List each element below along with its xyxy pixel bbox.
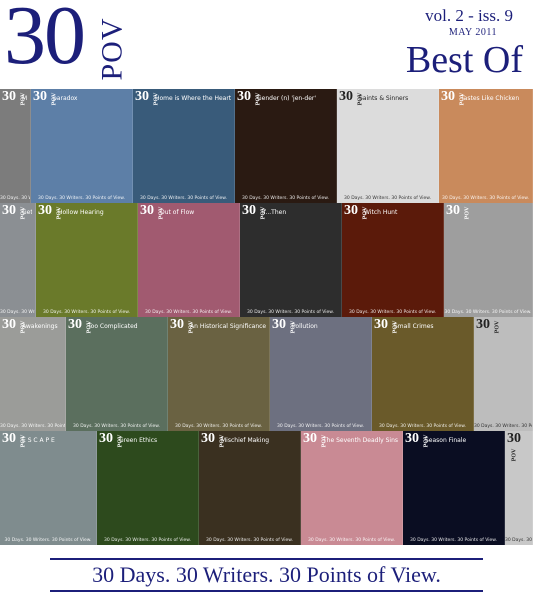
issue-cover[interactable]: 30 POV Pollution 30 Days. 30 Writers. 30 Po… — [270, 317, 372, 431]
issue-cover[interactable]: 30POV 30 Days. 30 Writers. 30 Points of V… — [444, 203, 533, 317]
cover-footer: 30 Days. 30 Writers. 30 Points of View. — [442, 196, 529, 201]
cover-footer: 30 Days. 30 Writers. 30 Points of View. — [206, 538, 293, 543]
footer-rule-bottom — [50, 590, 483, 592]
cover-footer: 30 Days. 30 Writers. 30 Points of View. — [277, 424, 364, 429]
cover-footer: 30 Days. 30 Writers. 30 Points of View. — [0, 424, 66, 429]
cover-footer: 30 Days. 30 Writers. 30 Points of View. — [349, 310, 436, 315]
cover-title: Saints & Sinners — [359, 95, 409, 102]
masthead: 30 POV vol. 2 - iss. 9 MAY 2011 Best Of — [0, 0, 533, 88]
issue-cover[interactable]: 30POV 30 Days. 30 Writers. 30 Points of V… — [474, 317, 533, 431]
cover-title: Tastes Like Chicken — [461, 95, 520, 102]
cover-footer: 30 Days. 30 Writers. 30 Points of View. — [140, 196, 227, 201]
cover-title: Home is Where the Heart Is — [155, 95, 231, 102]
issue-cover[interactable]: 30 POV Out of Flow 30 Days. 30 Writers. 30 … — [138, 203, 240, 317]
cover-footer: 30 Days. 30 Writers. 30 Points of View. — [505, 538, 532, 543]
issue-cover[interactable]: 30 POV Home is Where the Heart Is 30 Days. … — [133, 89, 235, 203]
cover-footer: 30 Days. 30 Writers. 30 Points of View. — [104, 538, 191, 543]
headline: Best Of — [405, 39, 523, 81]
cover-title: The Seventh Deadly Sins — [323, 437, 398, 444]
cover-title: Get Set — [22, 209, 32, 216]
cover-title: paradox — [53, 95, 78, 102]
cover-footer: 30 Days. 30 Writers. 30 Points of View. — [38, 196, 125, 201]
cover-footer: 30 Days. 30 Writers. 30 Points of View. — [444, 310, 532, 315]
cover-footer: 30 Days. 30 Writers. 30 Points of View. — [73, 424, 160, 429]
issue-cover[interactable]: 30 POV Saints & Sinners 30 Days. 30 Writers… — [337, 89, 439, 203]
issue-cover[interactable]: 30 POV The Seventh Deadly Sins 30 Days. 30 … — [301, 431, 403, 545]
issue-cover[interactable]: 30 POV Gender (n) 'jen-der' 30 Days. 30 Wri… — [235, 89, 337, 203]
cover-footer: 30 Days. 30 Writers. 30 Points of View. — [410, 538, 497, 543]
cover-title: If...Then — [262, 209, 287, 216]
footer: 30 Days. 30 Writers. 30 Points of View. — [0, 545, 533, 600]
cover-footer: 30 Days. 30 Writers. 30 Points of View. — [145, 310, 232, 315]
cover-title: Mischief Making — [221, 437, 270, 444]
cover-footer: 30 Days. 30 Writers. 30 Points of View. — [4, 538, 92, 543]
cover-title: Gender (n) 'jen-der' — [257, 95, 317, 102]
issue-cover[interactable]: 30 POV Awakenings 30 Days. 30 Writers. 30 P… — [0, 317, 66, 431]
cover-footer: 30 Days. 30 Writers. 30 Points of View. — [0, 196, 30, 201]
cover-row: 30POVMy Bonne30 Days. 30 Writers. 30 Poi… — [0, 89, 533, 203]
cover-title: Small Crimes — [394, 323, 434, 330]
issue-cover[interactable]: 30 POV Too Complicated 30 Days. 30 Writers.… — [66, 317, 168, 431]
issue-cover[interactable]: 30 POV E S C A P E 30 Days. 30 Writers. 30 … — [0, 431, 97, 545]
issue-cover[interactable]: 30POV 30 Days. 30 Writers. 30 Points of V… — [505, 431, 533, 545]
cover-logo: 30POV — [507, 431, 521, 462]
cover-footer: 30 Days. 30 Writers. 30 Points of View. — [43, 310, 130, 315]
issue-cover[interactable]: 30 POV Hollow Hearing 30 Days. 30 Writers. … — [36, 203, 138, 317]
cover-title: Witch Hunt — [364, 209, 398, 216]
tagline: 30 Days. 30 Writers. 30 Points of View. — [92, 562, 441, 587]
cover-title: E S C A P E — [22, 437, 55, 444]
cover-footer: 30 Days. 30 Writers. 30 Points of View. — [247, 310, 334, 315]
cover-title: Too Complicated — [88, 323, 138, 330]
cover-logo: 30POV — [446, 203, 471, 220]
cover-footer: 30 Days. 30 Writers. 30 Points of View. — [175, 424, 262, 429]
issue-cover[interactable]: 30 POV Green Ethics 30 Days. 30 Writers. 30… — [97, 431, 199, 545]
cover-grid: 30POV My Bonne 30 Days. 30 Writers. 30 Poi… — [0, 89, 533, 545]
cover-title: Out of Flow — [160, 209, 195, 216]
footer-rule-top — [50, 558, 483, 560]
cover-title: Pollution — [292, 323, 318, 330]
issue-date: MAY 2011 — [448, 27, 497, 38]
cover-footer: 30 Days. 30 Writers. 30 Points of View. — [344, 196, 431, 201]
issue-cover[interactable]: 30 POV paradox 30 Days. 30 Writers. 30 Poin… — [31, 89, 133, 203]
issue-cover[interactable]: 30 POV Mischief Making 30 Days. 30 Writers.… — [199, 431, 301, 545]
issue-cover[interactable]: 30POVGet Set30 Days. 30 Writers. 30 Poin… — [0, 203, 36, 317]
cover-footer: 30 Days. 30 Writers. 30 Points of View. — [379, 424, 466, 429]
cover-footer: 30 Days. 30 Writers. 30 Points of View. — [474, 424, 532, 429]
issue-cover[interactable]: 30 POV Witch Hunt 30 Days. 30 Writers. 30 P… — [342, 203, 444, 317]
issue-cover[interactable]: 30 POV Small Crimes 30 Days. 30 Writers. 30… — [372, 317, 474, 431]
cover-title: My Bonne — [22, 95, 27, 102]
volume-issue: vol. 2 - iss. 9 — [425, 6, 513, 25]
cover-footer: 30 Days. 30 Writers. 30 Points of View. — [308, 538, 395, 543]
cover-logo: 30POV — [476, 317, 501, 334]
cover-title: Green Ethics — [119, 437, 158, 444]
issue-cover[interactable]: 30 POV If...Then 30 Days. 30 Writers. 30 Po… — [240, 203, 342, 317]
issue-cover[interactable]: 30POVMy Bonne30 Days. 30 Writers. 30 Poi… — [0, 89, 31, 203]
cover-row: 30POV Get Set 30 Days. 30 Writers. 30 Poin… — [0, 203, 533, 317]
issue-cover[interactable]: 30 POV Season Finale 30 Days. 30 Writers. 3… — [403, 431, 505, 545]
cover-title: Season Finale — [425, 437, 467, 444]
logo-pov: POV — [95, 17, 129, 81]
cover-footer: 30 Days. 30 Writers. 30 Points of View. — [242, 196, 329, 201]
logo-number: 30 — [4, 0, 86, 82]
cover-title: An Historical Significance — [190, 323, 266, 330]
cover-row: 30 POV Awakenings 30 Days. 30 Writers. 30 P… — [0, 317, 533, 431]
cover-footer: 30 Days. 30 Writers. 30 Points of View. — [0, 310, 35, 315]
cover-title: Hollow Hearing — [58, 209, 104, 216]
cover-title: Awakenings — [22, 323, 58, 330]
cover-row: 30 POV E S C A P E 30 Days. 30 Writers. 30 … — [0, 431, 533, 545]
issue-cover[interactable]: 30 POV Tastes Like Chicken 30 Days. 30 Writ… — [439, 89, 533, 203]
issue-cover[interactable]: 30 POV An Historical Significance 30 Days. … — [168, 317, 270, 431]
